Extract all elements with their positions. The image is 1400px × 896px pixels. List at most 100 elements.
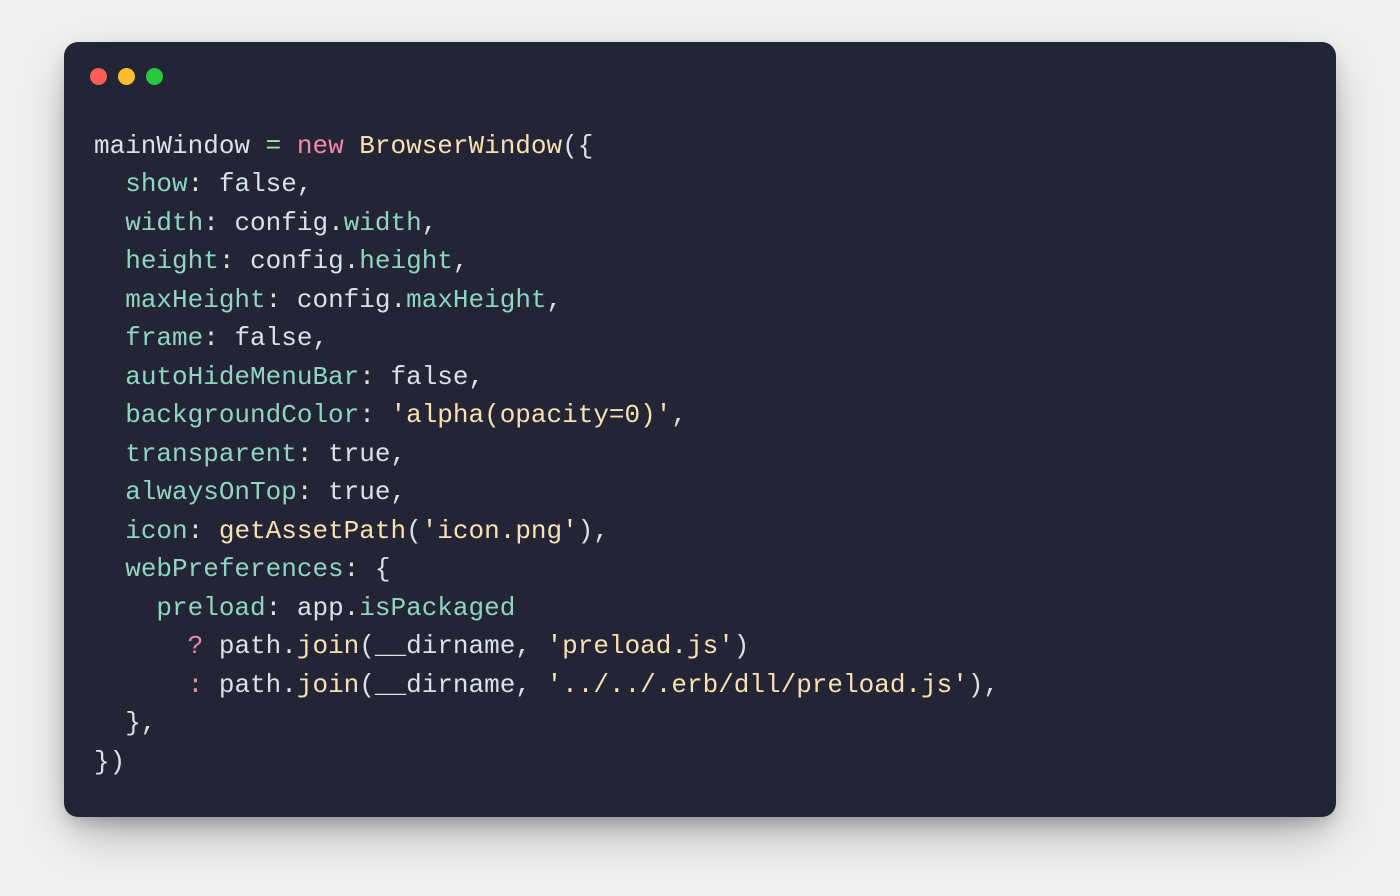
code-token: ? — [188, 631, 204, 661]
code-token: __dirname — [375, 670, 515, 700]
code-token: , — [469, 362, 485, 392]
code-token: : — [266, 593, 297, 623]
code-token — [94, 593, 156, 623]
code-token: : — [203, 208, 234, 238]
code-token: getAssetPath — [219, 516, 406, 546]
code-window: mainWindow = new BrowserWindow({ show: f… — [64, 42, 1336, 817]
code-token: width — [125, 208, 203, 238]
code-token — [203, 670, 219, 700]
code-token — [281, 131, 297, 161]
code-token: . — [344, 246, 360, 276]
code-token: . — [328, 208, 344, 238]
code-token: height — [359, 246, 453, 276]
code-token: : — [219, 246, 250, 276]
code-token: }) — [94, 747, 125, 777]
code-token: ), — [578, 516, 609, 546]
code-token: preload — [156, 593, 265, 623]
code-token: : — [188, 169, 219, 199]
code-token: icon — [125, 516, 187, 546]
code-token: new — [297, 131, 344, 161]
code-token — [94, 323, 125, 353]
code-token: ( — [406, 516, 422, 546]
code-token: : — [297, 477, 328, 507]
code-token: isPackaged — [359, 593, 515, 623]
code-token: ) — [734, 631, 750, 661]
code-token: . — [391, 285, 407, 315]
code-token: , — [312, 323, 328, 353]
code-token: ), — [968, 670, 999, 700]
code-token: , — [515, 670, 546, 700]
code-token: BrowserWindow — [359, 131, 562, 161]
code-token: , — [671, 400, 687, 430]
code-token: ( — [359, 631, 375, 661]
code-token: path — [219, 631, 281, 661]
code-token — [94, 208, 125, 238]
code-token — [344, 131, 360, 161]
window-controls — [64, 64, 1336, 85]
code-token: false — [219, 169, 297, 199]
page-wrapper: mainWindow = new BrowserWindow({ show: f… — [0, 0, 1400, 859]
code-token: height — [125, 246, 219, 276]
code-token: 'icon.png' — [422, 516, 578, 546]
code-token: . — [281, 670, 297, 700]
code-token: 'preload.js' — [547, 631, 734, 661]
code-token — [94, 516, 125, 546]
code-token: transparent — [125, 439, 297, 469]
code-token: true — [328, 439, 390, 469]
code-token: frame — [125, 323, 203, 353]
code-token: , — [547, 285, 563, 315]
minimize-icon[interactable] — [118, 68, 135, 85]
code-token: , — [515, 631, 546, 661]
code-token: webPreferences — [125, 554, 343, 584]
code-token: mainWindow — [94, 131, 266, 161]
code-token: maxHeight — [125, 285, 265, 315]
code-token: __dirname — [375, 631, 515, 661]
code-token: 'alpha(opacity=0)' — [390, 400, 671, 430]
code-token — [203, 631, 219, 661]
code-token: , — [391, 477, 407, 507]
code-token: backgroundColor — [125, 400, 359, 430]
code-token: config — [297, 285, 391, 315]
code-token: ( — [359, 670, 375, 700]
code-token: . — [344, 593, 360, 623]
code-token — [94, 246, 125, 276]
code-token — [94, 439, 125, 469]
code-token — [94, 285, 125, 315]
code-token: app — [297, 593, 344, 623]
code-token: ({ — [562, 131, 593, 161]
code-token: : { — [344, 554, 391, 584]
code-token: : — [266, 285, 297, 315]
code-token: . — [281, 631, 297, 661]
code-token: = — [266, 131, 282, 161]
code-token: false — [390, 362, 468, 392]
code-token: : — [297, 439, 328, 469]
code-token: , — [391, 439, 407, 469]
code-token: false — [234, 323, 312, 353]
code-token: , — [297, 169, 313, 199]
maximize-icon[interactable] — [146, 68, 163, 85]
code-token: maxHeight — [406, 285, 546, 315]
code-token: path — [219, 670, 281, 700]
close-icon[interactable] — [90, 68, 107, 85]
code-token: join — [297, 631, 359, 661]
code-token: config — [234, 208, 328, 238]
code-token: true — [328, 477, 390, 507]
code-token: config — [250, 246, 344, 276]
code-token — [94, 477, 125, 507]
code-token: width — [344, 208, 422, 238]
code-token: : — [359, 400, 390, 430]
code-token: join — [297, 670, 359, 700]
code-token: : — [203, 323, 234, 353]
code-token: : — [188, 670, 204, 700]
code-token — [94, 554, 125, 584]
code-token — [94, 400, 125, 430]
code-token: , — [453, 246, 469, 276]
code-block: mainWindow = new BrowserWindow({ show: f… — [64, 127, 1336, 781]
code-token: }, — [94, 708, 156, 738]
code-token: show — [125, 169, 187, 199]
code-token: : — [359, 362, 390, 392]
code-token — [94, 362, 125, 392]
code-token: : — [188, 516, 219, 546]
code-token — [94, 631, 188, 661]
code-token — [94, 169, 125, 199]
